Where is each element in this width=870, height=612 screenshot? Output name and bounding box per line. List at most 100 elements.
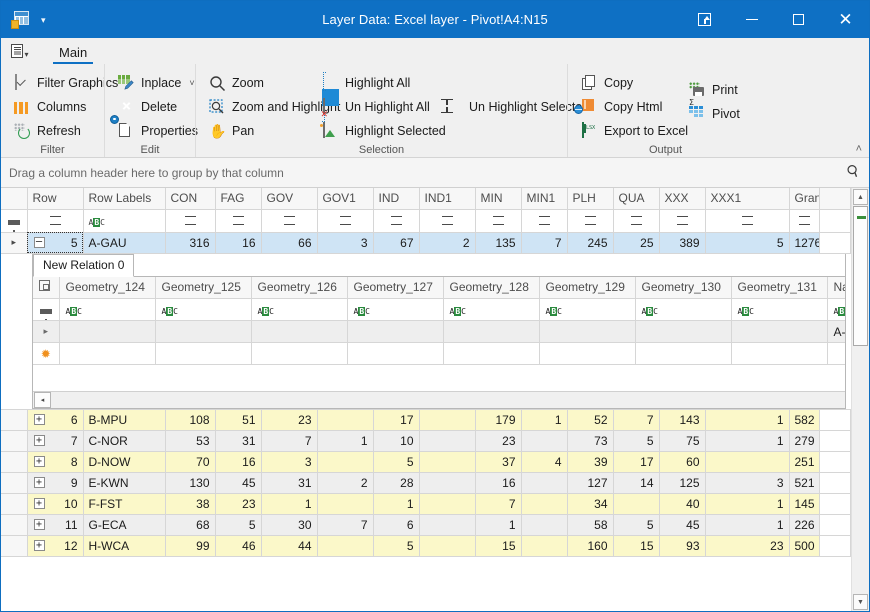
pan-button[interactable]: ✋ Pan bbox=[202, 119, 315, 143]
column-header-gov1[interactable]: GOV1 bbox=[317, 188, 373, 209]
export-to-excel-button[interactable]: Export to Excel bbox=[574, 119, 682, 143]
filter-cell-row[interactable] bbox=[27, 209, 83, 232]
column-header-plh[interactable]: PLH bbox=[567, 188, 613, 209]
detail-column-geometry-128[interactable]: Geometry_128 bbox=[443, 277, 539, 299]
filter-cell-gov[interactable] bbox=[261, 209, 317, 232]
detail-cell[interactable] bbox=[155, 321, 251, 343]
chevron-down-icon[interactable]: ▾ bbox=[41, 15, 46, 26]
detail-column-name[interactable]: Name bbox=[827, 277, 845, 299]
filter-cell-con[interactable] bbox=[165, 209, 215, 232]
scroll-left-icon[interactable]: ◂ bbox=[34, 392, 51, 408]
detail-cell[interactable] bbox=[59, 321, 155, 343]
filter-cell-gov1[interactable] bbox=[317, 209, 373, 232]
detail-cell[interactable] bbox=[539, 321, 635, 343]
group-by-panel[interactable]: Drag a column header here to group by th… bbox=[1, 158, 869, 188]
detail-horizontal-scrollbar[interactable]: ◂ bbox=[33, 391, 845, 408]
column-header-gov[interactable]: GOV bbox=[261, 188, 317, 209]
detail-column-geometry-130[interactable]: Geometry_130 bbox=[635, 277, 731, 299]
highlight-selected-button[interactable]: Highlight Selected bbox=[315, 119, 439, 143]
column-header-min[interactable]: MIN bbox=[475, 188, 521, 209]
expand-icon[interactable]: + bbox=[34, 519, 45, 530]
chevron-down-icon[interactable]: ˅ bbox=[189, 78, 194, 88]
column-header-row-labels[interactable]: Row Labels bbox=[83, 188, 165, 209]
detail-filter-cell[interactable]: ABC bbox=[443, 299, 539, 321]
row-expander-cell[interactable]: + 12 bbox=[27, 535, 83, 556]
expand-icon[interactable]: + bbox=[34, 477, 45, 488]
highlight-all-button[interactable]: Highlight All bbox=[315, 71, 439, 95]
detail-cell-name[interactable] bbox=[827, 343, 845, 365]
restore-up-icon[interactable] bbox=[681, 1, 728, 38]
detail-filter-cell[interactable]: ABC bbox=[635, 299, 731, 321]
column-header-xxx1[interactable]: XXX1 bbox=[705, 188, 789, 209]
filter-cell-xxx1[interactable] bbox=[705, 209, 789, 232]
detail-cell[interactable] bbox=[731, 343, 827, 365]
expand-icon[interactable]: + bbox=[34, 498, 45, 509]
detail-cell[interactable] bbox=[59, 343, 155, 365]
scrollbar-thumb[interactable] bbox=[853, 206, 868, 346]
delete-button[interactable]: Delete bbox=[111, 95, 205, 119]
ribbon-menu-button[interactable]: ▾ bbox=[7, 40, 33, 62]
filter-cell-xxx[interactable] bbox=[659, 209, 705, 232]
row-expander-cell[interactable]: + 8 bbox=[27, 451, 83, 472]
collapse-ribbon-button[interactable]: ˄ bbox=[856, 143, 862, 155]
detail-column-geometry-129[interactable]: Geometry_129 bbox=[539, 277, 635, 299]
collapse-icon[interactable]: ─ bbox=[34, 237, 45, 248]
inplace-button[interactable]: Inplace ˅ bbox=[111, 71, 205, 95]
column-header-ind1[interactable]: IND1 bbox=[419, 188, 475, 209]
detail-column-geometry-124[interactable]: Geometry_124 bbox=[59, 277, 155, 299]
column-header-con[interactable]: CON bbox=[165, 188, 215, 209]
copy-button[interactable]: Copy bbox=[574, 71, 682, 95]
detail-cell[interactable] bbox=[443, 321, 539, 343]
minimize-button[interactable] bbox=[728, 1, 775, 38]
filter-cell-grand-total[interactable] bbox=[789, 209, 820, 232]
grid-vertical-scrollbar[interactable]: ▲ ▼ bbox=[851, 188, 869, 611]
un-highlight-all-button[interactable]: Un Highlight All bbox=[315, 95, 439, 119]
filter-cell-min[interactable] bbox=[475, 209, 521, 232]
filter-cell-row-labels[interactable]: ABC bbox=[83, 209, 165, 232]
scrollbar-track[interactable] bbox=[853, 206, 868, 593]
detail-filter-cell[interactable]: ABC bbox=[155, 299, 251, 321]
detail-filter-cell[interactable]: ABC bbox=[731, 299, 827, 321]
table-row[interactable]: + 10 F-FST 38 23 1 1 7 34 bbox=[1, 493, 851, 514]
tab-new-relation-0[interactable]: New Relation 0 bbox=[33, 254, 134, 277]
detail-column-geometry-126[interactable]: Geometry_126 bbox=[251, 277, 347, 299]
expand-icon[interactable]: + bbox=[34, 414, 45, 425]
close-button[interactable]: ✕ bbox=[822, 1, 869, 38]
copy-html-button[interactable]: Copy Html bbox=[574, 95, 682, 119]
column-header-qua[interactable]: QUA bbox=[613, 188, 659, 209]
detail-cell[interactable] bbox=[539, 343, 635, 365]
detail-cell[interactable] bbox=[251, 343, 347, 365]
detail-filter-cell[interactable]: ABC bbox=[347, 299, 443, 321]
detail-table-row[interactable]: ▸ bbox=[33, 321, 845, 343]
table-row[interactable]: ▸ ─ 5 A-GAU 316 16 66 3 67 2 135 7 bbox=[1, 232, 851, 253]
table-row[interactable]: + 12 H-WCA 99 46 44 5 15 160 15 bbox=[1, 535, 851, 556]
row-expander-cell[interactable]: + 9 bbox=[27, 472, 83, 493]
detail-column-geometry-125[interactable]: Geometry_125 bbox=[155, 277, 251, 299]
detail-filter-cell[interactable]: ABC bbox=[251, 299, 347, 321]
zoom-and-highlight-button[interactable]: Zoom and Highlight bbox=[202, 95, 315, 119]
row-expander-cell[interactable]: + 11 bbox=[27, 514, 83, 535]
detail-cell[interactable] bbox=[347, 321, 443, 343]
column-header-fag[interactable]: FAG bbox=[215, 188, 261, 209]
detail-cell[interactable] bbox=[635, 321, 731, 343]
scroll-down-button[interactable]: ▼ bbox=[853, 594, 868, 610]
filter-funnel-icon[interactable] bbox=[1, 209, 27, 232]
table-row[interactable]: + 11 G-ECA 68 5 30 7 6 1 58 5 bbox=[1, 514, 851, 535]
maximize-button[interactable] bbox=[775, 1, 822, 38]
quick-access-toolbar[interactable]: ▾ bbox=[1, 11, 46, 29]
row-expander-cell[interactable]: ─ 5 bbox=[27, 232, 83, 253]
detail-cell[interactable] bbox=[443, 343, 539, 365]
un-highlight-selected-button[interactable]: Un Highlight Selected bbox=[439, 95, 573, 119]
table-row[interactable]: + 9 E-KWN 130 45 31 2 28 16 127 14 bbox=[1, 472, 851, 493]
detail-cell[interactable] bbox=[251, 321, 347, 343]
detail-cell[interactable] bbox=[731, 321, 827, 343]
detail-cell[interactable] bbox=[347, 343, 443, 365]
column-header-min1[interactable]: MIN1 bbox=[521, 188, 567, 209]
detail-cell[interactable] bbox=[155, 343, 251, 365]
column-header-ind[interactable]: IND bbox=[373, 188, 419, 209]
detail-filter-cell[interactable]: ABC bbox=[59, 299, 155, 321]
filter-funnel-icon[interactable] bbox=[33, 299, 59, 321]
detail-filter-cell[interactable]: ABC bbox=[539, 299, 635, 321]
filter-cell-ind1[interactable] bbox=[419, 209, 475, 232]
column-header-row[interactable]: Row bbox=[27, 188, 83, 209]
